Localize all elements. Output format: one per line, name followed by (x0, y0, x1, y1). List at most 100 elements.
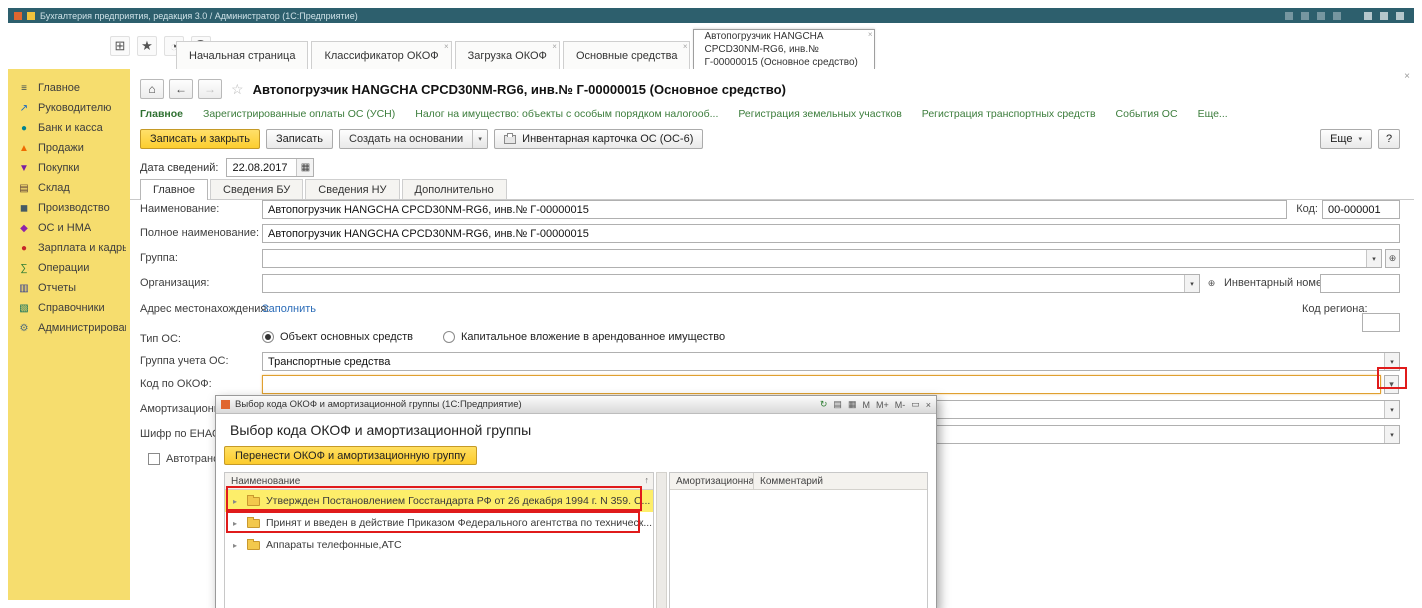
close-icon[interactable] (1396, 11, 1404, 20)
minimize-icon[interactable] (1364, 11, 1372, 20)
tab-forklift-asset[interactable]: Автопогрузчик HANGCHA CPCD30NM-RG6, инв.… (693, 29, 876, 69)
group-input[interactable]: ▾ (262, 249, 1382, 268)
tree-row-telephones[interactable]: ▸ Аппараты телефонные,АТС (225, 534, 653, 556)
nav-link-registered-payments[interactable]: Зарегистрированные оплаты ОС (УСН) (203, 108, 395, 120)
favorite-star-icon[interactable]: ☆ (231, 81, 244, 98)
tab-fixed-assets[interactable]: Основные средства × (562, 41, 691, 69)
maximize-icon[interactable] (1380, 11, 1388, 20)
sidebar-item-otchety[interactable]: ▥ Отчеты (8, 278, 130, 298)
sidebar-item-bank-kassa[interactable]: ● Банк и касса (8, 118, 130, 138)
status-icon[interactable] (1301, 11, 1309, 20)
dialog-maximize-icon[interactable]: ▭ (911, 399, 920, 410)
radio-label: Капитальное вложение в арендованное имущ… (461, 331, 726, 343)
forward-button[interactable]: → (198, 79, 222, 99)
nav-link-vehicle-registration[interactable]: Регистрация транспортных средств (922, 108, 1096, 120)
nav-link-more[interactable]: Еще... (1198, 108, 1228, 120)
tab-close-icon[interactable]: × (552, 43, 557, 51)
okof-input[interactable] (262, 375, 1381, 394)
os-type-label: Тип ОС: (140, 333, 181, 345)
chevron-down-icon[interactable]: ▾ (472, 130, 488, 148)
fullname-input[interactable]: Автопогрузчик HANGCHA CPCD30NM-RG6, инв.… (262, 224, 1400, 243)
dialog-close-icon[interactable]: × (926, 400, 931, 410)
create-based-on-button[interactable]: Создать на основании ▾ (339, 129, 489, 149)
sidebar-item-prodazhi[interactable]: ▲ Продажи (8, 138, 130, 158)
sidebar-item-sklad[interactable]: ▤ Склад (8, 178, 130, 198)
sidebar-item-pokupki[interactable]: ▼ Покупки (8, 158, 130, 178)
annotation-rect-row-gosstandart (226, 486, 642, 511)
fullname-label: Полное наименование: (140, 227, 260, 239)
chevron-down-icon[interactable]: ▾ (1384, 426, 1399, 443)
address-fill-link[interactable]: Заполнить (262, 303, 316, 315)
depreciation-header[interactable]: Амортизационная гру... Комментарий (670, 473, 927, 490)
status-icon[interactable] (1317, 11, 1325, 20)
inventory-card-button[interactable]: Инвентарная карточка ОС (ОС-6) (494, 129, 704, 149)
calendar-icon[interactable]: ▦ (296, 159, 314, 176)
chevron-down-icon[interactable]: ▾ (1384, 401, 1399, 418)
memory-m-minus-button[interactable]: М- (895, 400, 906, 410)
dialog-heading: Выбор кода ОКОФ и амортизационной группы (230, 422, 532, 438)
sidebar-item-proizvodstvo[interactable]: ◼ Производство (8, 198, 130, 218)
help-button[interactable]: ? (1378, 129, 1400, 149)
sidebar-item-spravochniki[interactable]: ▧ Справочники (8, 298, 130, 318)
save-button[interactable]: Записать (266, 129, 334, 149)
form-tab-svedeniya-bu[interactable]: Сведения БУ (210, 179, 304, 199)
list-view-icon[interactable]: ▤ (833, 399, 842, 410)
name-input[interactable]: Автопогрузчик HANGCHA CPCD30NM-RG6, инв.… (262, 200, 1287, 219)
tab-label: Основные средства (575, 49, 678, 62)
menu-grid-icon[interactable]: ⊞ (110, 36, 130, 56)
status-icon[interactable] (1333, 11, 1341, 20)
sidebar-item-administrirovanie[interactable]: ⚙ Администрирование (8, 318, 130, 338)
organization-label: Организация: (140, 277, 210, 289)
sidebar-item-label: Производство (38, 202, 110, 214)
status-icon[interactable] (1285, 11, 1293, 20)
sidebar-item-glavnoe[interactable]: ≡ Главное (8, 78, 130, 98)
tab-home-page[interactable]: Начальная страница (176, 41, 309, 69)
expand-icon[interactable]: ▸ (233, 541, 241, 550)
tab-close-icon[interactable]: × (444, 43, 449, 51)
favorites-icon[interactable]: ★ (137, 36, 157, 56)
sidebar-item-os-nma[interactable]: ◆ ОС и НМА (8, 218, 130, 238)
group-open-button[interactable]: ⊕ (1385, 249, 1400, 268)
account-group-input[interactable]: Транспортные средства ▾ (262, 352, 1400, 371)
form-tab-glavnoe[interactable]: Главное (140, 179, 209, 200)
dialog-titlebar[interactable]: Выбор кода ОКОФ и амортизационной группы… (216, 396, 936, 414)
tab-close-icon[interactable]: × (868, 31, 873, 39)
organization-input[interactable]: ▾ (262, 274, 1200, 293)
code-input[interactable]: 00-000001 (1322, 200, 1400, 219)
tree-scrollbar[interactable] (656, 472, 667, 608)
chevron-down-icon[interactable]: ▾ (1184, 275, 1199, 292)
tab-okof-load[interactable]: Загрузка ОКОФ × (454, 41, 560, 69)
back-button[interactable]: ← (169, 79, 193, 99)
sidebar-item-operacii[interactable]: ∑ Операции (8, 258, 130, 278)
sidebar-item-zarplata-kadry[interactable]: ● Зарплата и кадры (8, 238, 130, 258)
memory-m-plus-button[interactable]: М+ (876, 400, 889, 410)
save-and-close-button[interactable]: Записать и закрыть (140, 129, 261, 149)
inventory-number-input[interactable] (1320, 274, 1400, 293)
form-tab-svedeniya-nu[interactable]: Сведения НУ (305, 179, 400, 199)
sidebar-item-rukovoditelyu[interactable]: ↗ Руководителю (8, 98, 130, 118)
date-input[interactable]: 22.08.2017 ▦ (226, 158, 315, 177)
nav-link-glavnoe[interactable]: Главное (140, 108, 183, 120)
sort-up-icon: ↑ (644, 475, 650, 485)
radio-capital-investment[interactable]: Капитальное вложение в арендованное имущ… (443, 331, 725, 343)
form-close-icon[interactable]: × (1404, 71, 1410, 82)
chevron-down-icon[interactable]: ▾ (1366, 250, 1381, 267)
form-tab-dopolnitelno[interactable]: Дополнительно (401, 179, 507, 199)
home-button[interactable]: ⌂ (140, 79, 164, 99)
nav-link-land-registration[interactable]: Регистрация земельных участков (738, 108, 901, 120)
grid-view-icon[interactable]: ▦ (848, 399, 857, 410)
radio-object-fixed-asset[interactable]: Объект основных средств (262, 331, 413, 343)
annotation-rect-okof-dropdown (1377, 367, 1407, 389)
tab-okof-classifier[interactable]: Классификатор ОКОФ × (311, 41, 452, 69)
organization-open-button[interactable]: ⊕ (1204, 274, 1219, 293)
autotransport-checkbox[interactable] (148, 453, 160, 465)
transfer-okof-button[interactable]: Перенести ОКОФ и амортизационную группу (224, 446, 477, 465)
field-row-fullname: Полное наименование: Автопогрузчик HANGC… (140, 224, 1400, 244)
nav-link-property-tax[interactable]: Налог на имущество: объекты с особым пор… (415, 108, 718, 120)
tab-close-icon[interactable]: × (683, 43, 688, 51)
nav-link-os-events[interactable]: События ОС (1116, 108, 1178, 120)
more-button[interactable]: Еще ▾ (1320, 129, 1372, 149)
field-row-os-type: Тип ОС: Объект основных средств Капиталь… (140, 330, 1400, 350)
memory-m-button[interactable]: М (862, 400, 870, 410)
refresh-icon[interactable]: ↻ (820, 399, 828, 410)
